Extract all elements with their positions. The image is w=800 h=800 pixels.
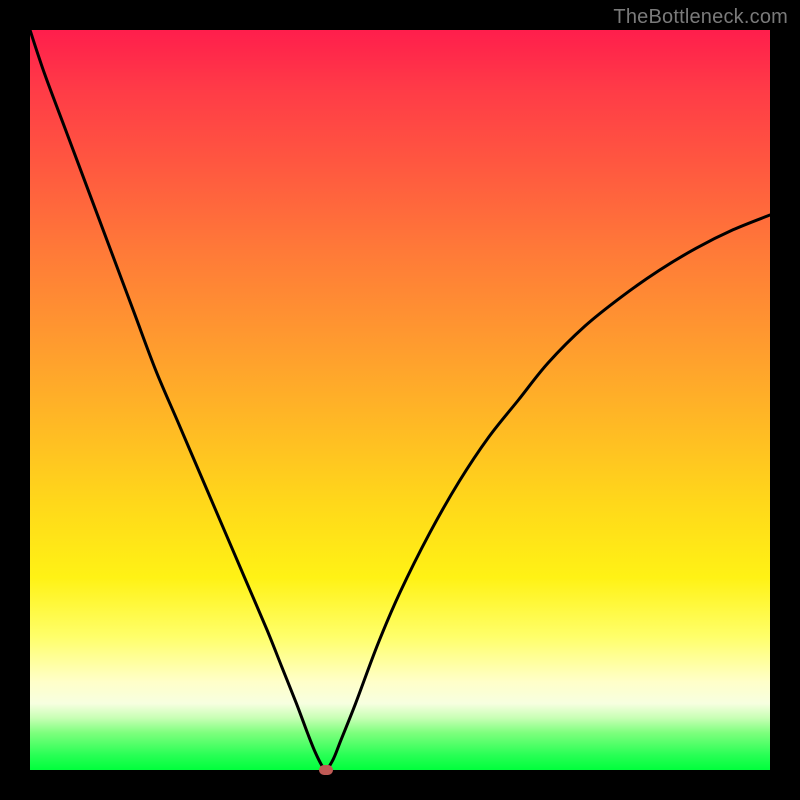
watermark-text: TheBottleneck.com xyxy=(613,6,788,29)
chart-frame: TheBottleneck.com xyxy=(0,0,800,800)
plot-area xyxy=(30,30,770,770)
minimum-marker-icon xyxy=(319,765,333,775)
bottleneck-curve xyxy=(30,30,770,770)
